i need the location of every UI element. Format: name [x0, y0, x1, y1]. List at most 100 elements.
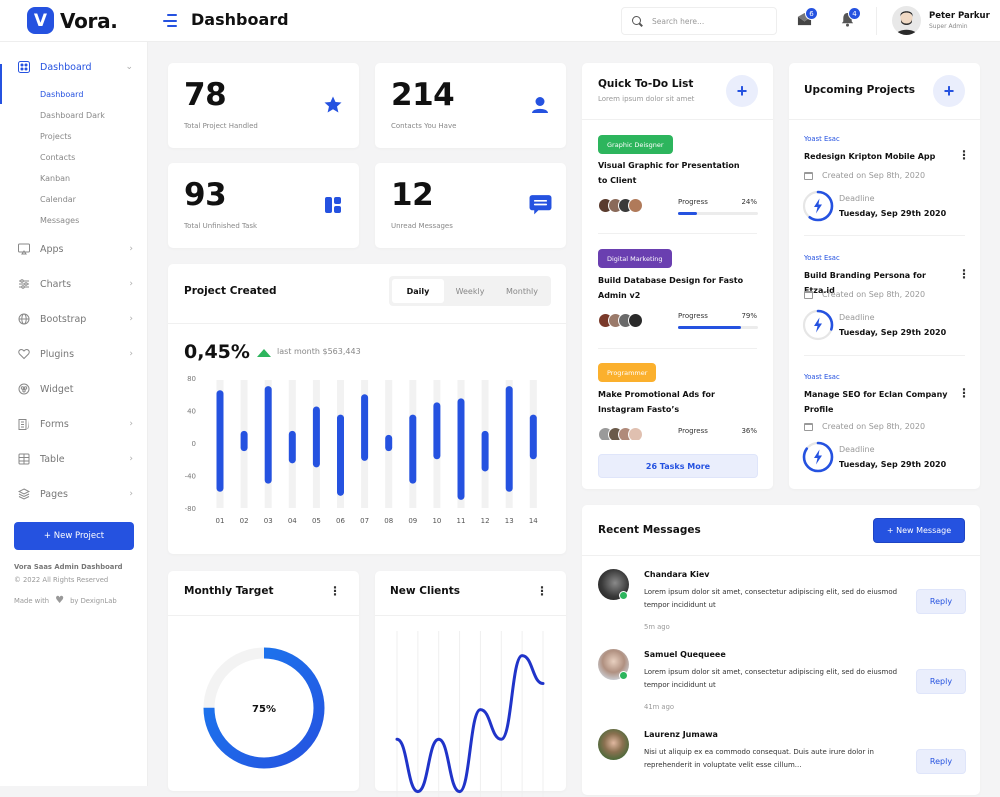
sidebar-subitem-projects[interactable]: Projects	[40, 132, 72, 141]
tab-weekly[interactable]: Weekly	[444, 279, 496, 303]
online-status-dot	[619, 591, 628, 600]
bar[interactable]	[409, 415, 416, 484]
project-owner[interactable]: Yoast Esac	[804, 254, 840, 262]
card-title: Recent Messages	[598, 524, 701, 536]
message-time: 41m ago	[644, 703, 674, 711]
sidebar-item-widget[interactable]: Widget	[18, 383, 133, 395]
sidebar-item-plugins[interactable]: Plugins ›	[18, 348, 133, 360]
project-created-card: Project Created Daily Weekly Monthly 0,4…	[168, 264, 566, 554]
more-options-icon[interactable]: ⋮	[958, 151, 964, 159]
sidebar-item-bootstrap[interactable]: Bootstrap ›	[18, 313, 133, 325]
sidebar-item-apps[interactable]: Apps ›	[18, 243, 133, 255]
more-options-icon[interactable]: ⋮	[958, 389, 964, 397]
sidebar-item-table[interactable]: Table ›	[18, 453, 133, 465]
todo-tag: Programmer	[598, 363, 656, 382]
sidebar-subitem-dashboard[interactable]: Dashboard	[40, 90, 83, 99]
calendar-icon	[804, 291, 813, 299]
progress-bar	[678, 212, 758, 215]
mail-button[interactable]: 6	[797, 12, 813, 28]
add-todo-button[interactable]: +	[726, 75, 758, 107]
user-name[interactable]: Peter Parkur	[929, 11, 990, 21]
bar[interactable]	[265, 386, 272, 484]
sidebar-item-label: Pages	[40, 489, 129, 500]
logo-mark: V	[27, 7, 54, 34]
recent-messages-card: Recent Messages + New Message Chandara K…	[582, 505, 980, 795]
message-sender[interactable]: Chandara Kiev	[644, 570, 710, 579]
message-text: Nisi ut aliquip ex ea commodo consequat.…	[644, 746, 914, 772]
x-tick-label: 12	[481, 517, 490, 525]
bar[interactable]	[313, 406, 320, 467]
bar[interactable]	[530, 415, 537, 460]
sidebar-item-forms[interactable]: Forms ›	[18, 418, 133, 430]
bar[interactable]	[385, 435, 392, 451]
sidebar-subitem-kanban[interactable]: Kanban	[40, 174, 70, 183]
bar[interactable]	[361, 394, 368, 461]
notification-badge: 4	[848, 7, 861, 20]
todo-title[interactable]: Build Database Design for Fasto Admin v2	[598, 273, 748, 303]
bar[interactable]	[482, 431, 489, 472]
sidebar-subitem-contacts[interactable]: Contacts	[40, 153, 75, 162]
reply-button[interactable]: Reply	[916, 669, 966, 694]
tab-monthly[interactable]: Monthly	[496, 279, 548, 303]
sidebar-item-pages[interactable]: Pages ›	[18, 488, 133, 500]
created-text: Created on Sep 8th, 2020	[822, 171, 925, 180]
more-options-icon[interactable]: ⋮	[958, 270, 964, 278]
sidebar-subitem-messages[interactable]: Messages	[40, 216, 79, 225]
todo-title[interactable]: Make Promotional Ads for Instagram Fasto…	[598, 387, 748, 417]
sidebar-item-charts[interactable]: Charts ›	[18, 278, 133, 290]
sidebar-item-label: Charts	[40, 279, 129, 290]
bar[interactable]	[458, 398, 465, 500]
bar[interactable]	[433, 402, 440, 459]
logo[interactable]: V Vora.	[27, 7, 118, 34]
bar[interactable]	[241, 431, 248, 451]
reply-button[interactable]: Reply	[916, 589, 966, 614]
stat-label: Total Project Handled	[184, 122, 258, 130]
top-bar: V Vora. Dashboard 6 4 Peter Parkur Super…	[0, 0, 1000, 42]
progress-label: Progress	[678, 312, 708, 320]
reply-button[interactable]: Reply	[916, 749, 966, 774]
progress-value: 79%	[741, 312, 757, 320]
y-tick-label: -80	[185, 505, 196, 513]
project-created: Created on Sep 8th, 2020	[804, 290, 925, 299]
notification-button[interactable]: 4	[840, 12, 856, 28]
sidebar-subitem-calendar[interactable]: Calendar	[40, 195, 76, 204]
x-tick-label: 03	[264, 517, 273, 525]
progress-label: Progress	[678, 198, 708, 206]
card-title: New Clients	[390, 585, 460, 597]
avatar[interactable]	[598, 729, 629, 760]
new-message-button[interactable]: + New Message	[873, 518, 965, 543]
todo-title[interactable]: Visual Graphic for Presentation to Clien…	[598, 158, 748, 188]
menu-toggle-icon[interactable]	[163, 14, 177, 27]
more-options-icon[interactable]: ⋮	[329, 587, 341, 595]
message-text: Lorem ipsum dolor sit amet, consectetur …	[644, 586, 914, 612]
new-project-button[interactable]: + New Project	[14, 522, 134, 550]
more-tasks-button[interactable]: 26 Tasks More	[598, 454, 758, 478]
project-title[interactable]: Manage SEO for Eclan Company Profile	[804, 387, 954, 417]
bar[interactable]	[289, 431, 296, 464]
add-project-button[interactable]: +	[933, 75, 965, 107]
project-owner[interactable]: Yoast Esac	[804, 135, 840, 143]
message-sender[interactable]: Laurenz Jumawa	[644, 730, 718, 739]
bar[interactable]	[506, 386, 513, 492]
chevron-right-icon: ›	[129, 489, 133, 499]
new-clients-card: New Clients ⋮	[375, 571, 566, 791]
card-subtitle: Lorem ipsum dolor sit amet	[598, 95, 694, 103]
user-avatar[interactable]	[892, 6, 921, 35]
footer-credit: Made with ♥ by DexignLab	[14, 595, 117, 606]
message-sender[interactable]: Samuel Quequeee	[644, 650, 726, 659]
bar[interactable]	[217, 390, 224, 492]
deadline-label: Deadline	[839, 194, 875, 203]
sidebar-item-dashboard[interactable]: Dashboard ⌄	[18, 61, 133, 73]
project-title[interactable]: Redesign Kripton Mobile App	[804, 149, 954, 164]
calendar-icon	[804, 423, 813, 431]
project-created: Created on Sep 8th, 2020	[804, 171, 925, 180]
bar[interactable]	[337, 415, 344, 496]
project-owner[interactable]: Yoast Esac	[804, 373, 840, 381]
search-input[interactable]	[652, 17, 762, 26]
sidebar-subitem-dashboard-dark[interactable]: Dashboard Dark	[40, 111, 105, 120]
more-options-icon[interactable]: ⋮	[536, 587, 548, 595]
footer-by[interactable]: by DexignLab	[70, 597, 117, 605]
search-box[interactable]	[621, 7, 777, 35]
y-tick-label: 0	[192, 440, 196, 448]
tab-daily[interactable]: Daily	[392, 279, 444, 303]
